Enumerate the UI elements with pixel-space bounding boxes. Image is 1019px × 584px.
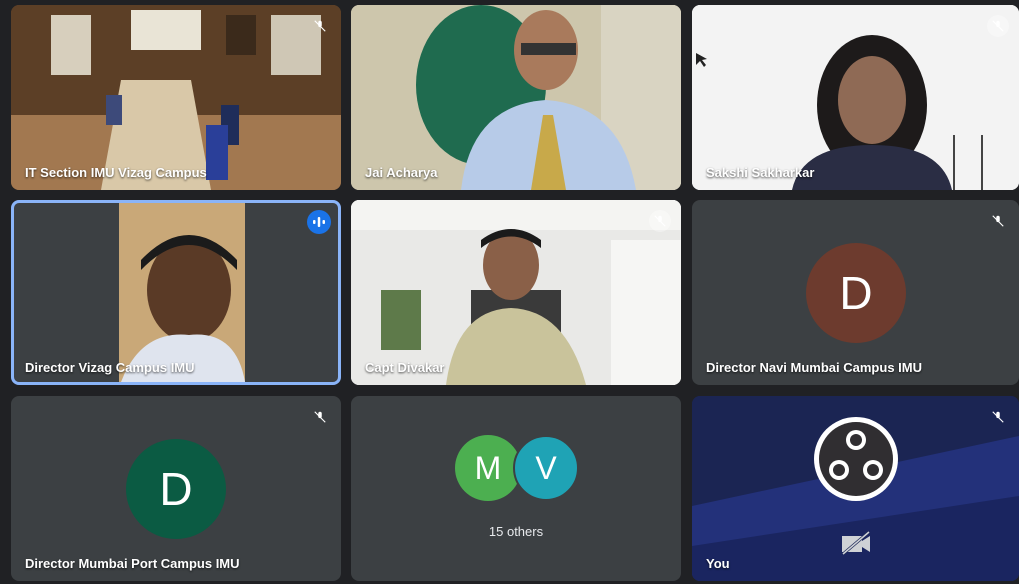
video-feed-capt-divakar — [351, 200, 681, 385]
participant-name: You — [706, 556, 730, 571]
video-feed-sakshi — [692, 5, 1019, 190]
avatar-v: V — [513, 435, 579, 501]
participant-tile-others[interactable]: M V 15 others — [351, 396, 681, 581]
participant-tile-director-navi-mumbai[interactable]: D Director Navi Mumbai Campus IMU — [692, 200, 1019, 385]
avatar: D — [806, 243, 906, 343]
participant-name: Director Vizag Campus IMU — [25, 360, 195, 375]
video-feed-jai-acharya — [351, 5, 681, 190]
camera-off-icon — [840, 530, 872, 561]
participant-name: Director Mumbai Port Campus IMU — [25, 556, 240, 571]
video-feed-director-vizag — [119, 203, 245, 382]
participant-name: IT Section IMU Vizag Campus — [25, 165, 207, 180]
participant-tile-director-vizag[interactable]: Director Vizag Campus IMU — [11, 200, 341, 385]
participant-name: Director Navi Mumbai Campus IMU — [706, 360, 922, 375]
mic-off-icon — [987, 210, 1009, 232]
mic-off-icon — [987, 15, 1009, 37]
participant-tile-jai-acharya[interactable]: Jai Acharya — [351, 5, 681, 190]
participant-name: Sakshi Sakharkar — [706, 165, 815, 180]
obs-logo-icon — [813, 416, 899, 507]
avatar-m: M — [455, 435, 521, 501]
avatar: D — [126, 439, 226, 539]
mic-off-icon — [309, 15, 331, 37]
participant-tile-sakshi-sakharkar[interactable]: Sakshi Sakharkar — [692, 5, 1019, 190]
video-feed-conference-room — [11, 5, 341, 190]
mic-off-icon — [987, 406, 1009, 428]
speaking-indicator-icon — [307, 210, 331, 234]
participant-tile-self[interactable]: You — [692, 396, 1019, 581]
participant-name: Capt Divakar — [365, 360, 445, 375]
mic-off-icon — [649, 210, 671, 232]
participant-tile-capt-divakar[interactable]: Capt Divakar — [351, 200, 681, 385]
participant-tile-it-section[interactable]: IT Section IMU Vizag Campus — [11, 5, 341, 190]
participant-tile-director-mumbai-port[interactable]: D Director Mumbai Port Campus IMU — [11, 396, 341, 581]
mic-off-icon — [309, 406, 331, 428]
others-count-label: 15 others — [488, 524, 544, 539]
participant-name: Jai Acharya — [365, 165, 438, 180]
